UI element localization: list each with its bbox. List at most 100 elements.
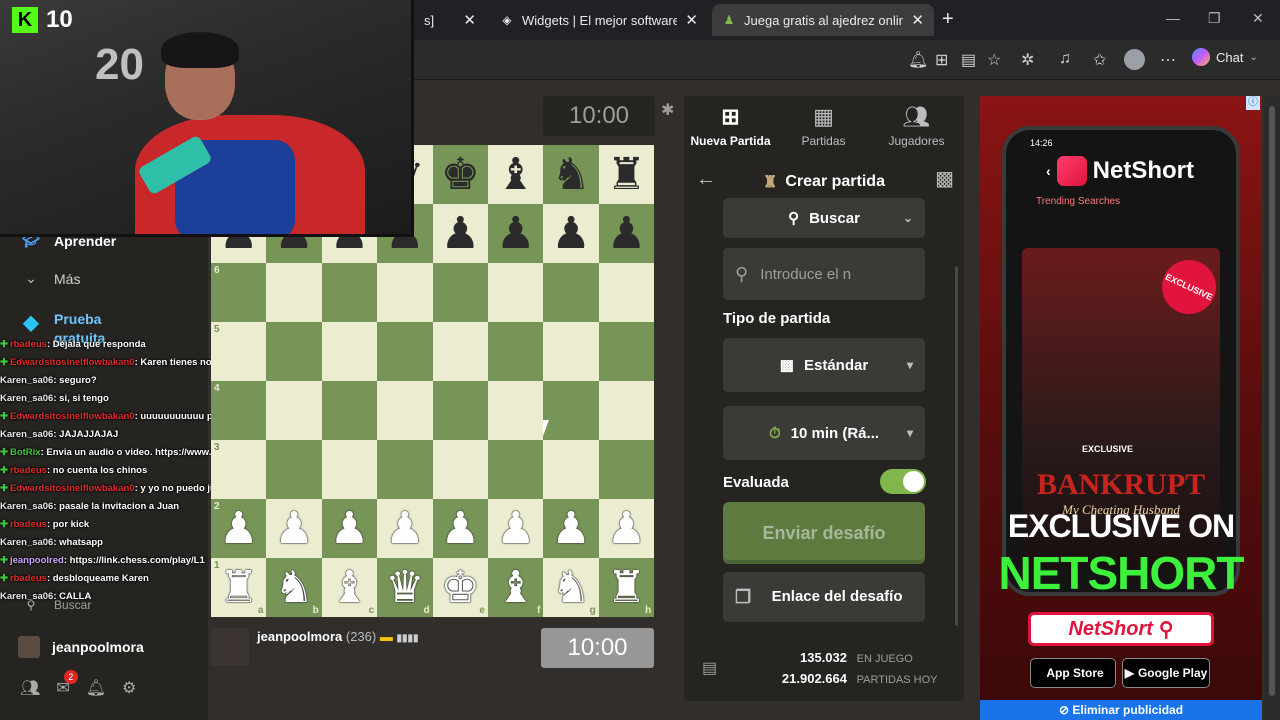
sidebar-user[interactable]: jeanpoolmora: [18, 636, 144, 658]
board-square[interactable]: ♛ d: [377, 558, 433, 617]
chat-username[interactable]: rbadeus: [10, 573, 47, 584]
browser-tab[interactable]: ◈ Widgets | El mejor software para p ✕: [490, 4, 708, 36]
board-square[interactable]: ♞: [543, 145, 599, 204]
board-square[interactable]: ♟: [488, 499, 544, 558]
chat-username[interactable]: Karen_sa06: [0, 591, 53, 602]
chess-piece[interactable]: ♜: [607, 149, 646, 200]
chat-username[interactable]: Edwardsitosinelflowbakan0: [10, 357, 135, 368]
sidebar-item-mas[interactable]: ⌄ Más: [20, 270, 80, 287]
board-square[interactable]: 4: [211, 381, 267, 440]
ad-info-icon[interactable]: ⓘ: [1246, 96, 1260, 110]
board-square[interactable]: [266, 440, 322, 499]
chat-username[interactable]: Karen_sa06: [0, 429, 53, 440]
bell-icon[interactable]: 🔔︎: [908, 50, 928, 70]
chat-username[interactable]: BotRix: [10, 447, 41, 458]
friends-icon[interactable]: 👥︎: [20, 678, 40, 698]
board-square[interactable]: ♟: [598, 204, 654, 263]
board-square[interactable]: [543, 263, 599, 322]
board-square[interactable]: [488, 440, 544, 499]
gear-icon[interactable]: ✱: [661, 100, 674, 120]
board-square[interactable]: ♟: [432, 204, 488, 263]
board-square[interactable]: [377, 440, 433, 499]
chat-username[interactable]: Edwardsitosinelflowbakan0: [10, 483, 135, 494]
board-square[interactable]: ♟: [377, 499, 433, 558]
board-square[interactable]: [543, 322, 599, 381]
board-square[interactable]: 3: [211, 440, 267, 499]
board-square[interactable]: [321, 381, 378, 440]
board-square[interactable]: [543, 440, 599, 499]
board-square[interactable]: ♟: [543, 499, 599, 558]
extensions-grid-icon[interactable]: ⊞: [935, 50, 948, 70]
board-square[interactable]: [598, 381, 654, 440]
new-tab-icon[interactable]: +: [942, 8, 954, 31]
chess-piece[interactable]: ♟: [441, 208, 480, 259]
advertisement[interactable]: ⓘ 14:26 ‹ NetShort Trending Searches EXC…: [980, 96, 1262, 720]
chess-piece[interactable]: ♝: [330, 562, 369, 613]
board-square[interactable]: [321, 322, 378, 381]
chess-piece[interactable]: ♟: [219, 503, 258, 554]
bell-icon[interactable]: 🔔︎: [86, 678, 106, 698]
board-square[interactable]: ♟: [432, 499, 488, 558]
chat-username[interactable]: rbadeus: [10, 465, 47, 476]
chat-username[interactable]: Edwardsitosinelflowbakan0: [10, 411, 135, 422]
board-square[interactable]: [598, 322, 654, 381]
close-icon[interactable]: ✕: [685, 11, 698, 29]
page-scrollbar[interactable]: [1264, 96, 1280, 720]
chat-username[interactable]: Karen_sa06: [0, 501, 53, 512]
close-icon[interactable]: ✕: [911, 11, 924, 29]
browser-tab-active[interactable]: ♟ Juega gratis al ajedrez online con ✕: [712, 4, 934, 36]
board-square[interactable]: [598, 440, 654, 499]
chat-icon[interactable]: ▤: [702, 658, 717, 678]
chat-username[interactable]: Karen_sa06: [0, 393, 53, 404]
chess-piece[interactable]: ♞: [551, 149, 590, 200]
board-square[interactable]: [377, 263, 433, 322]
board-square[interactable]: ♚: [432, 145, 488, 204]
chess-piece[interactable]: ♟: [441, 503, 480, 554]
app-store-badge[interactable]: App Store: [1030, 658, 1116, 688]
game-type-select[interactable]: ▩ Estándar ▾: [723, 338, 925, 392]
board-square[interactable]: [377, 381, 433, 440]
messages-icon[interactable]: ✉ 2: [56, 670, 78, 698]
reader-icon[interactable]: ▤: [961, 50, 976, 70]
chat-username[interactable]: rbadeus: [10, 519, 47, 530]
board-square[interactable]: ♞ g: [543, 558, 599, 617]
board-square[interactable]: [432, 381, 488, 440]
board-square[interactable]: ♝ f: [488, 558, 544, 617]
board-square[interactable]: [432, 322, 488, 381]
chess-piece[interactable]: ♟: [330, 503, 369, 554]
board-square[interactable]: ♟: [543, 204, 599, 263]
chess-piece[interactable]: ♟: [274, 503, 313, 554]
window-close-icon[interactable]: ✕: [1252, 10, 1264, 27]
board-square[interactable]: ♜ h: [598, 558, 654, 617]
chess-piece[interactable]: ♟: [607, 503, 646, 554]
board-square[interactable]: ♜ 1 a: [211, 558, 267, 617]
chess-piece[interactable]: ♟: [385, 503, 424, 554]
panel-scrollbar[interactable]: [955, 266, 958, 626]
tab-nueva-partida[interactable]: ⊞ Nueva Partida: [684, 104, 777, 148]
opponent-search-input[interactable]: ⚲ Introduce el n: [723, 248, 925, 300]
board-square[interactable]: [321, 263, 378, 322]
board-square[interactable]: ♜: [598, 145, 654, 204]
chess-piece[interactable]: ♛: [385, 562, 424, 613]
chat-username[interactable]: rbadeus: [10, 339, 47, 350]
board-square[interactable]: [377, 322, 433, 381]
profile-avatar[interactable]: [1124, 49, 1145, 70]
board-square[interactable]: ♟: [488, 204, 544, 263]
browser-tab[interactable]: s] ✕: [414, 4, 486, 36]
tab-jugadores[interactable]: 👥︎ Jugadores: [870, 104, 963, 148]
chess-piece[interactable]: ♜: [219, 562, 258, 613]
chess-piece[interactable]: ♟: [551, 208, 590, 259]
board-square[interactable]: ♟ 2: [211, 499, 267, 558]
board-square[interactable]: ♞ b: [266, 558, 322, 617]
chess-piece[interactable]: ♞: [274, 562, 313, 613]
send-challenge-button[interactable]: Enviar desafío: [723, 502, 925, 564]
board-settings-icon[interactable]: ▩: [935, 166, 954, 191]
board-square[interactable]: ♟: [266, 499, 322, 558]
chess-piece[interactable]: ♟: [551, 503, 590, 554]
board-square[interactable]: [488, 263, 544, 322]
challenge-link-button[interactable]: ❐ Enlace del desafío: [723, 572, 925, 622]
board-square[interactable]: ♝ c: [321, 558, 378, 617]
chess-piece[interactable]: ♝: [496, 562, 535, 613]
chess-piece[interactable]: ♚: [441, 149, 480, 200]
board-square[interactable]: 5: [211, 322, 267, 381]
